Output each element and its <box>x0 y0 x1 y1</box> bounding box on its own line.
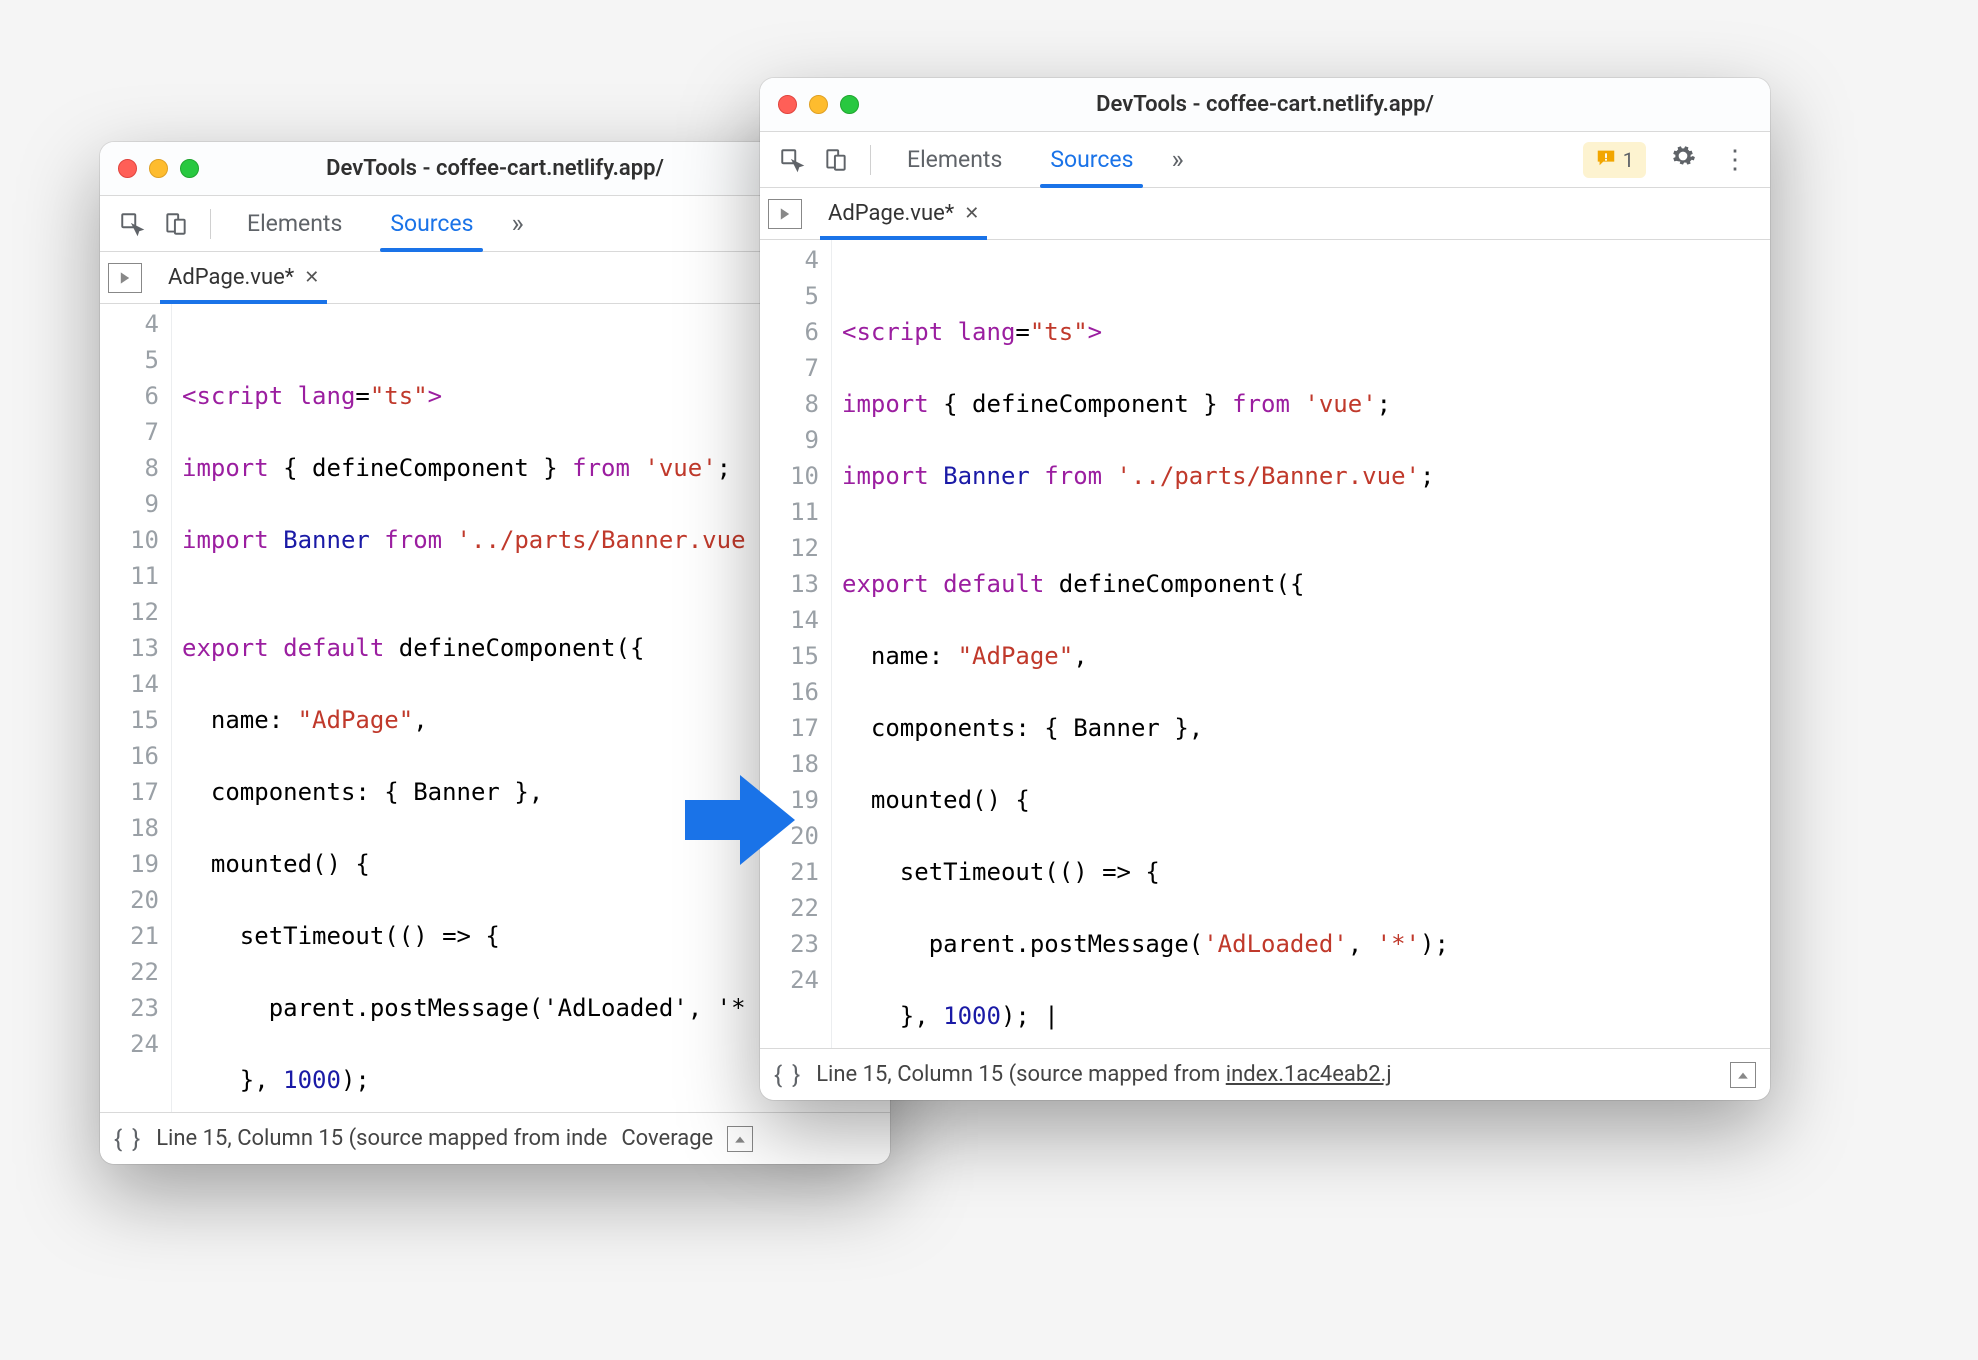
close-icon[interactable] <box>778 95 797 114</box>
status-bar: { } Line 15, Column 15 (source mapped fr… <box>100 1112 890 1164</box>
source-map-link[interactable]: index.1ac4eab2.j <box>1226 1062 1392 1087</box>
toolbar: Elements Sources » 1 ⋮ <box>760 132 1770 188</box>
traffic-lights <box>778 95 859 114</box>
code-editor[interactable]: 456789101112131415161718192021222324 <sc… <box>760 240 1770 1048</box>
tab-sources[interactable]: Sources <box>1028 132 1155 188</box>
navigator-toggle-icon[interactable] <box>108 263 142 293</box>
file-tab[interactable]: AdPage.vue* ✕ <box>820 188 987 240</box>
devtools-window-right: DevTools - coffee-cart.netlify.app/ Elem… <box>760 78 1770 1100</box>
arrow-right-icon <box>680 765 800 879</box>
tab-elements[interactable]: Elements <box>885 132 1024 188</box>
tab-elements[interactable]: Elements <box>225 196 364 252</box>
issues-badge[interactable]: 1 <box>1583 142 1646 178</box>
pretty-print-icon[interactable]: { } <box>114 1125 142 1153</box>
line-gutter: 456789101112131415161718192021222324 <box>760 240 832 1048</box>
navigator-toggle-icon[interactable] <box>768 199 802 229</box>
close-icon[interactable] <box>118 159 137 178</box>
close-tab-icon[interactable]: ✕ <box>964 203 979 224</box>
window-title: DevTools - coffee-cart.netlify.app/ <box>760 92 1770 117</box>
inspect-icon[interactable] <box>112 204 152 244</box>
maximize-icon[interactable] <box>840 95 859 114</box>
status-text: Line 15, Column 15 (source mapped from i… <box>816 1062 1391 1087</box>
status-bar: { } Line 15, Column 15 (source mapped fr… <box>760 1048 1770 1100</box>
device-icon[interactable] <box>156 204 196 244</box>
line-gutter: 456789101112131415161718192021222324 <box>100 304 172 1112</box>
maximize-icon[interactable] <box>180 159 199 178</box>
divider <box>210 209 211 239</box>
more-menu-icon[interactable]: ⋮ <box>1712 145 1758 175</box>
device-icon[interactable] <box>816 140 856 180</box>
file-tab[interactable]: AdPage.vue* ✕ <box>160 252 327 304</box>
issues-count: 1 <box>1623 148 1634 172</box>
drawer-toggle-icon[interactable] <box>727 1126 753 1152</box>
drawer-toggle-icon[interactable] <box>1730 1062 1756 1088</box>
file-tab-strip: AdPage.vue* ✕ <box>760 188 1770 240</box>
tabs-overflow-icon[interactable]: » <box>1159 145 1195 175</box>
settings-icon[interactable] <box>1658 143 1708 176</box>
coverage-label[interactable]: Coverage <box>621 1126 713 1151</box>
inspect-icon[interactable] <box>772 140 812 180</box>
pretty-print-icon[interactable]: { } <box>774 1061 802 1089</box>
tabs-overflow-icon[interactable]: » <box>499 209 535 239</box>
warning-icon <box>1595 146 1617 174</box>
close-tab-icon[interactable]: ✕ <box>304 267 319 288</box>
traffic-lights <box>118 159 199 178</box>
status-text: Line 15, Column 15 (source mapped from i… <box>156 1126 607 1151</box>
titlebar: DevTools - coffee-cart.netlify.app/ <box>760 78 1770 132</box>
divider <box>870 145 871 175</box>
minimize-icon[interactable] <box>149 159 168 178</box>
file-tab-label: AdPage.vue* <box>828 201 954 226</box>
tab-sources[interactable]: Sources <box>368 196 495 252</box>
code-content[interactable]: <script lang="ts"> import { defineCompon… <box>832 240 1770 1048</box>
minimize-icon[interactable] <box>809 95 828 114</box>
file-tab-label: AdPage.vue* <box>168 265 294 290</box>
